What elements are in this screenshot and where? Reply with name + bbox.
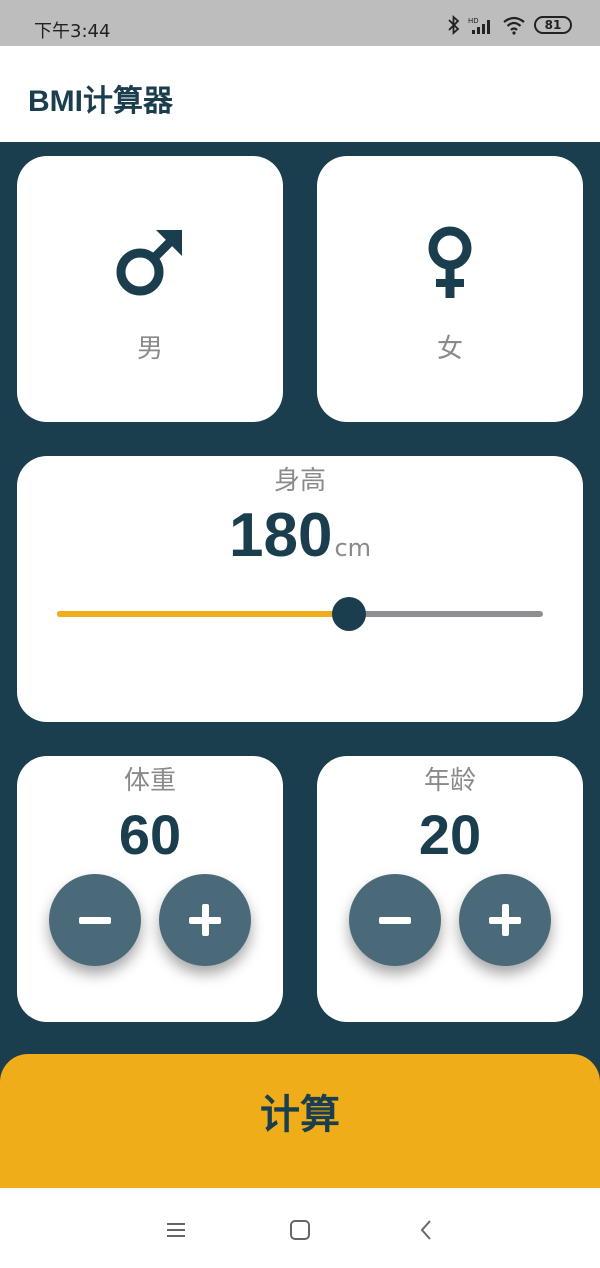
- male-card[interactable]: 男: [17, 156, 283, 422]
- height-value: 180: [228, 501, 333, 570]
- age-card: 年龄 20: [317, 756, 583, 1022]
- main-content: 男 女 身高 180cm 体重 60 年龄 20 计算: [0, 142, 600, 1188]
- calculate-button[interactable]: 计算: [0, 1054, 600, 1188]
- male-label: 男: [136, 334, 163, 364]
- age-increment-button[interactable]: [459, 874, 551, 966]
- weight-card: 体重 60: [17, 756, 283, 1022]
- app-title: BMI计算器: [28, 85, 173, 118]
- age-decrement-button[interactable]: [349, 874, 441, 966]
- minus-icon: [79, 917, 111, 924]
- wifi-icon: [503, 16, 525, 35]
- app-bar: BMI计算器: [0, 46, 600, 142]
- male-symbol-icon: [116, 230, 182, 296]
- battery-indicator: 81: [534, 16, 572, 34]
- signal-icon: HD: [468, 17, 490, 34]
- weight-decrement-button[interactable]: [49, 874, 141, 966]
- home-square-icon[interactable]: [284, 1214, 316, 1246]
- weight-label: 体重: [123, 766, 176, 796]
- menu-icon[interactable]: [160, 1214, 192, 1246]
- calculate-label: 计算: [260, 1092, 340, 1138]
- svg-text:HD: HD: [468, 17, 479, 25]
- weight-increment-button[interactable]: [159, 874, 251, 966]
- height-value-row: 180cm: [17, 500, 583, 571]
- status-icons: HD 81: [448, 14, 572, 36]
- back-chevron-icon[interactable]: [410, 1214, 442, 1246]
- female-card[interactable]: 女: [317, 156, 583, 422]
- age-value: 20: [418, 803, 482, 866]
- height-slider[interactable]: [57, 596, 543, 632]
- slider-thumb[interactable]: [331, 597, 366, 631]
- weight-value: 60: [118, 803, 182, 866]
- minus-icon: [379, 917, 411, 924]
- height-card: 身高 180cm: [17, 456, 583, 722]
- height-unit: cm: [334, 534, 372, 562]
- female-symbol-icon: [428, 226, 472, 298]
- age-label: 年龄: [423, 766, 476, 796]
- female-label: 女: [436, 334, 463, 364]
- bluetooth-icon: [448, 15, 460, 35]
- slider-fill: [57, 611, 349, 617]
- navigation-bar: [0, 1188, 600, 1268]
- status-time: 下午3:44: [34, 21, 111, 42]
- height-label: 身高: [273, 466, 326, 496]
- status-bar: 下午3:44 HD 81: [0, 0, 600, 46]
